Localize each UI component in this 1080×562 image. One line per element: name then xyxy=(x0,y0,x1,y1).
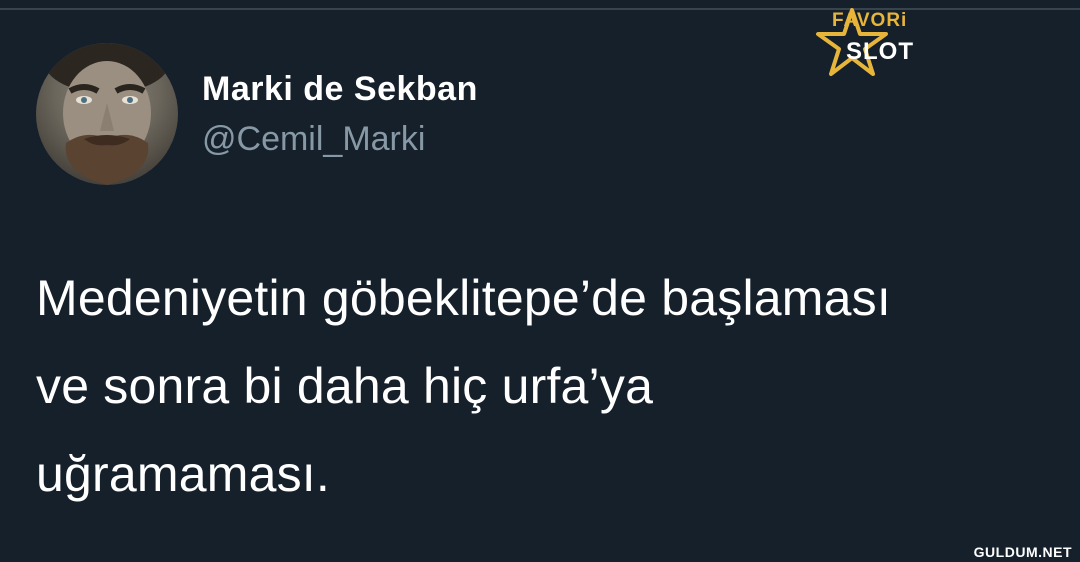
avatar-photo-icon xyxy=(45,43,169,185)
tweet-line: Medeniyetin göbeklitepe’de başlaması xyxy=(36,270,891,326)
logo-text-favori: FAVORi xyxy=(832,10,908,31)
tweet-line: uğramaması. xyxy=(36,446,330,502)
display-name[interactable]: Marki de Sekban xyxy=(202,70,478,109)
avatar[interactable] xyxy=(36,43,178,185)
watermark: GULDUM.NET xyxy=(973,544,1072,560)
tweet-line: ve sonra bi daha hiç urfa’ya xyxy=(36,358,654,414)
logo-text-slot: SLOT xyxy=(846,38,914,65)
user-handle[interactable]: @Cemil_Marki xyxy=(202,120,425,159)
tweet-text: Medeniyetin göbeklitepe’de başlaması ve … xyxy=(36,254,1066,518)
